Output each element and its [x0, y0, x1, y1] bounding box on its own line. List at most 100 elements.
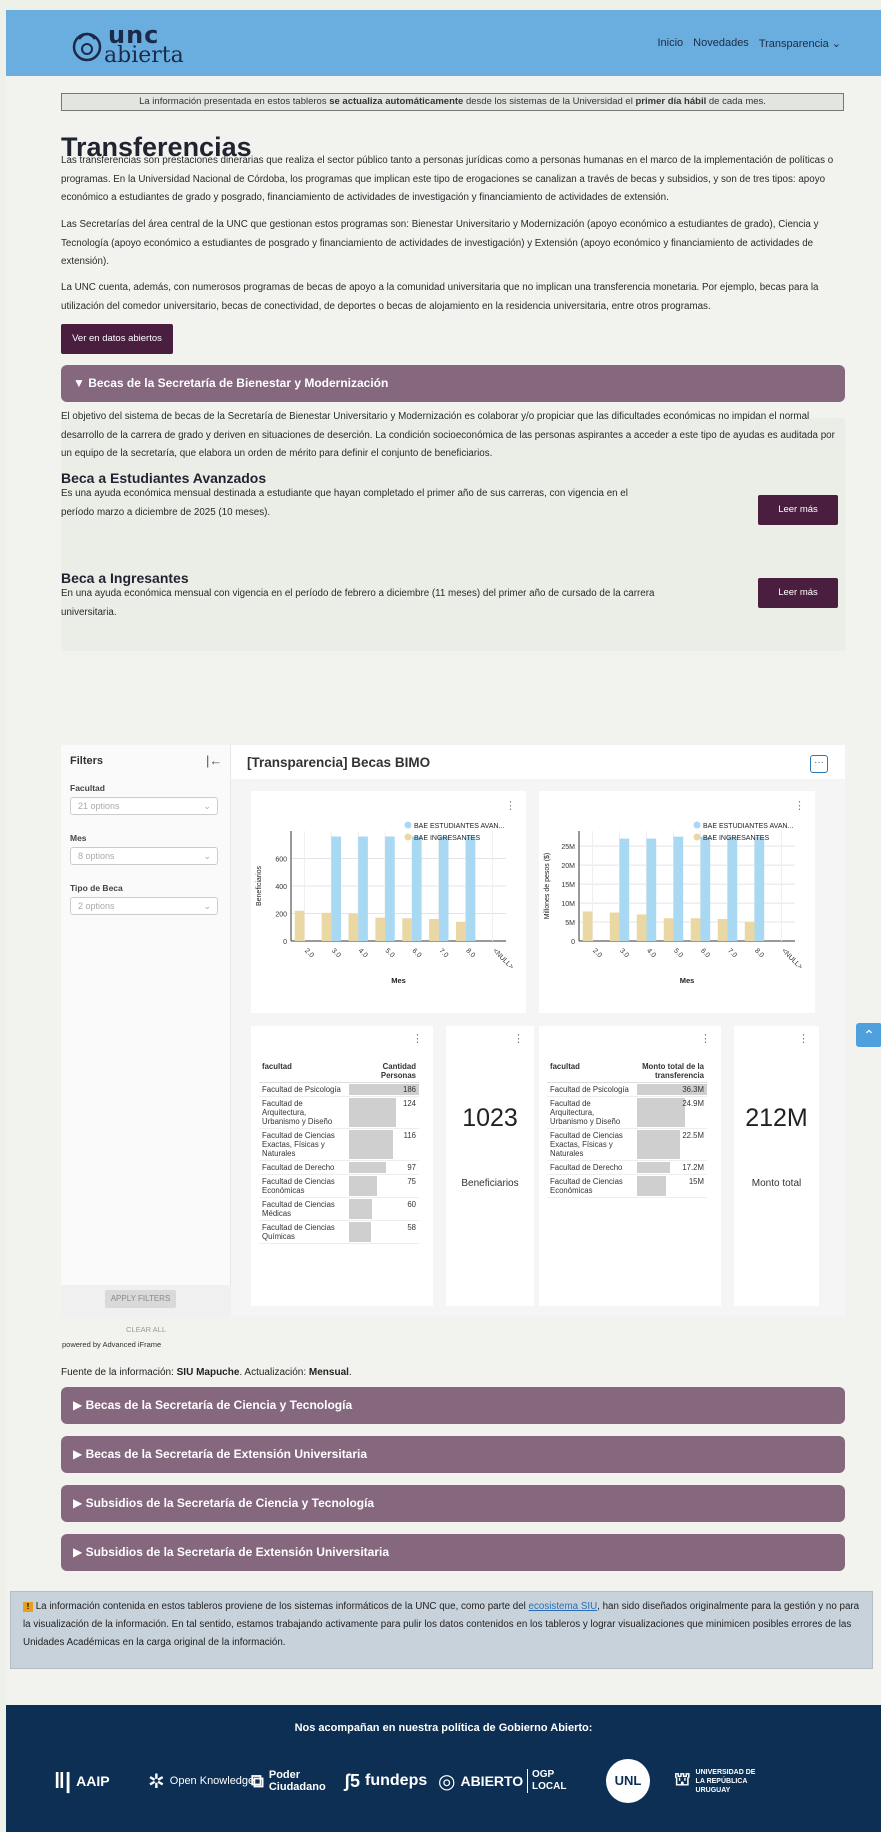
- beca-ingresantes-title: Beca a Ingresantes: [61, 570, 189, 586]
- update-notice: La información presentada en estos table…: [61, 93, 844, 111]
- notice-bold-2: primer día hábil: [635, 96, 707, 107]
- partner-name-aaip: AAIP: [76, 1773, 110, 1789]
- data-warning-box: ! La información contenida en estos tabl…: [10, 1591, 873, 1669]
- value-label: 24.9M: [682, 1099, 704, 1108]
- accordion-ciencia-subsidios[interactable]: ▶ Subsidios de la Secretaría de Ciencia …: [61, 1485, 845, 1522]
- kpi-menu-icon[interactable]: ⋮: [798, 1032, 809, 1045]
- beca-ingresantes-text: En una ayuda económica mensual con vigen…: [61, 588, 655, 618]
- bar-ingresantes: [348, 913, 359, 941]
- facultad-cell: Facultad de Derecho: [550, 1163, 623, 1172]
- powered-by-link[interactable]: powered by Advanced iFrame: [62, 1340, 161, 1349]
- table-row: Facultad de Psicología 186: [259, 1083, 419, 1097]
- value-cell: 58: [349, 1221, 419, 1244]
- filter-select-mes[interactable]: 8 options ⌄: [70, 847, 218, 865]
- x-tick-label: 6.0: [699, 947, 711, 959]
- chart-menu-icon[interactable]: ⋮: [794, 799, 805, 812]
- y-tick-label: 400: [275, 884, 287, 891]
- x-tick-label: 4.0: [645, 947, 657, 959]
- chart-menu-icon[interactable]: ⋮: [505, 799, 516, 812]
- bar-estudiantes: [700, 836, 711, 941]
- beneficiarios-bar-chart: 0 200 400 600 2.0 3.0 4.0 5.0 6.0 7.0 8.0 <NULL> BAE…: [256, 821, 515, 985]
- value-label: 186: [402, 1085, 416, 1094]
- scroll-to-top-button[interactable]: ⌃: [856, 1023, 881, 1047]
- legend-label: BAE INGRESANTES: [414, 835, 480, 842]
- partner-name-fundeps: fundeps: [365, 1772, 428, 1789]
- facultad-cell: Facultad de Ciencias Económicas: [550, 1177, 623, 1195]
- table-header-row: facultad Monto total de la transferencia: [547, 1060, 707, 1083]
- apply-filters-button[interactable]: APPLY FILTERS: [105, 1290, 176, 1308]
- table-row: Facultad de Derecho 17.2M: [547, 1161, 707, 1175]
- column-header[interactable]: Monto total de la transferencia: [637, 1060, 707, 1083]
- filter-label-tipo-beca: Tipo de Beca: [70, 883, 123, 893]
- dashboard-grid: ⋮ 0 200 400 600 2.0 3.0 4.0 5.0 6.0 7.0 8.0 <NULL> B…: [231, 779, 845, 1317]
- intro-paragraph-1: Las transferencias son prestaciones dine…: [61, 155, 834, 203]
- accordion-ciencia-becas[interactable]: ▶ Becas de la Secretaría de Ciencia y Te…: [61, 1387, 845, 1424]
- filter-select-tipo-beca[interactable]: 2 options ⌄: [70, 897, 218, 915]
- table-row: Facultad de Ciencias Exactas, Físicas y …: [259, 1129, 419, 1161]
- accordion-extension-becas[interactable]: ▶ Becas de la Secretaría de Extensión Un…: [61, 1436, 845, 1473]
- poder-ciudadano-icon: ⧉: [251, 1770, 264, 1791]
- bar-ingresantes: [321, 912, 332, 941]
- x-axis-label: Mes: [391, 976, 406, 985]
- fundeps-icon: ʃ5: [344, 1770, 361, 1791]
- bar-estudiantes: [727, 836, 738, 941]
- nav-item-transparencia[interactable]: Transparencia ⌄: [759, 37, 841, 50]
- x-tick-label: 5.0: [384, 947, 396, 959]
- partner-logo-conocimiento-abierto[interactable]: ◎ ABIERTO: [438, 1763, 523, 1799]
- column-header[interactable]: Cantidad Personas: [349, 1060, 419, 1083]
- beca-avanzados-title: Beca a Estudiantes Avanzados: [61, 470, 267, 486]
- partner-logo-udelar[interactable]: ⛫ UNIVERSIDAD DE LA REPÚBLICA URUGUAY: [674, 1763, 756, 1799]
- embedded-dashboard: Filters |← Facultad 21 options ⌄ Mes 8 op…: [61, 745, 845, 1317]
- open-data-button[interactable]: Ver en datos abiertos: [61, 324, 173, 354]
- column-header[interactable]: facultad: [547, 1060, 637, 1083]
- filter-select-facultad[interactable]: 21 options ⌄: [70, 797, 218, 815]
- nav-item-novedades[interactable]: Novedades: [693, 37, 749, 50]
- source-system: SIU Mapuche: [176, 1367, 240, 1378]
- bar-ingresantes: [582, 911, 593, 941]
- notice-text-2: desde los sistemas de la Universidad el: [463, 96, 636, 107]
- beca-ingresantes-read-more-button[interactable]: Leer más: [758, 578, 838, 608]
- warning-text-1: La información contenida en estos tabler…: [33, 1601, 529, 1612]
- clear-all-button[interactable]: CLEAR ALL: [61, 1325, 231, 1334]
- x-tick-label: 2.0: [303, 947, 315, 959]
- partner-logo-aaip[interactable]: ǁ| AAIP: [54, 1763, 110, 1799]
- accordion-extension-subsidios[interactable]: ▶ Subsidios de la Secretaría de Extensió…: [61, 1534, 845, 1571]
- facultad-cell: Facultad de Ciencias Médicas: [262, 1200, 335, 1218]
- nav-item-inicio[interactable]: Inicio: [657, 37, 683, 50]
- accordion-bienestar[interactable]: ▼ Becas de la Secretaría de Bienestar y …: [61, 365, 845, 402]
- page: unc abierta Inicio Novedades Transparenc…: [6, 10, 881, 1832]
- beca-avanzados-read-more-button[interactable]: Leer más: [758, 495, 838, 525]
- table-menu-icon[interactable]: ⋮: [700, 1032, 711, 1045]
- partner-logo-unl[interactable]: UNL: [606, 1759, 650, 1803]
- partner-logo-open-knowledge[interactable]: ✲ Open Knowledge: [148, 1763, 254, 1799]
- legend-swatch: [693, 833, 701, 841]
- y-tick-label: 20M: [561, 863, 575, 870]
- value-label: 116: [403, 1131, 416, 1140]
- ecosistema-siu-link[interactable]: ecosistema SIU: [529, 1601, 598, 1612]
- footer-title: Nos acompañan en nuestra política de Gob…: [294, 1722, 593, 1734]
- x-tick-label: 8.0: [464, 947, 476, 959]
- kpi-menu-icon[interactable]: ⋮: [513, 1032, 524, 1045]
- partner-logo-poder-ciudadano[interactable]: ⧉ Poder Ciudadano: [251, 1763, 329, 1799]
- partner-name-udelar: UNIVERSIDAD DE LA REPÚBLICA URUGUAY: [695, 1768, 756, 1794]
- bar-ingresantes: [402, 918, 412, 941]
- facultad-cell: Facultad de Psicología: [262, 1085, 341, 1094]
- unc-abierta-logo[interactable]: unc abierta: [70, 21, 190, 68]
- dashboard-more-icon[interactable]: ···: [810, 755, 828, 773]
- table-row: Facultad de Arquitectura, Urbanismo y Di…: [547, 1097, 707, 1129]
- collapse-filters-icon[interactable]: |←: [206, 753, 222, 768]
- facultad-cell: Facultad de Derecho: [262, 1163, 335, 1172]
- legend-swatch: [693, 821, 701, 829]
- notice-bold-1: se actualiza automáticamente: [329, 96, 464, 107]
- y-tick-label: 200: [275, 912, 287, 919]
- y-tick-label: 0: [283, 939, 287, 946]
- table-menu-icon[interactable]: ⋮: [412, 1032, 423, 1045]
- x-tick-label: 8.0: [753, 947, 765, 959]
- source-pre: Fuente de la información:: [61, 1367, 177, 1378]
- value-cell: 60: [349, 1198, 419, 1221]
- partner-logo-fundeps[interactable]: ʃ5 fundeps: [344, 1763, 427, 1799]
- table-row: Facultad de Ciencias Médicas 60: [259, 1198, 419, 1221]
- legend-label: BAE INGRESANTES: [703, 835, 769, 842]
- partner-logo-ogp-local[interactable]: OGP LOCAL: [527, 1763, 577, 1799]
- column-header[interactable]: facultad: [259, 1060, 349, 1083]
